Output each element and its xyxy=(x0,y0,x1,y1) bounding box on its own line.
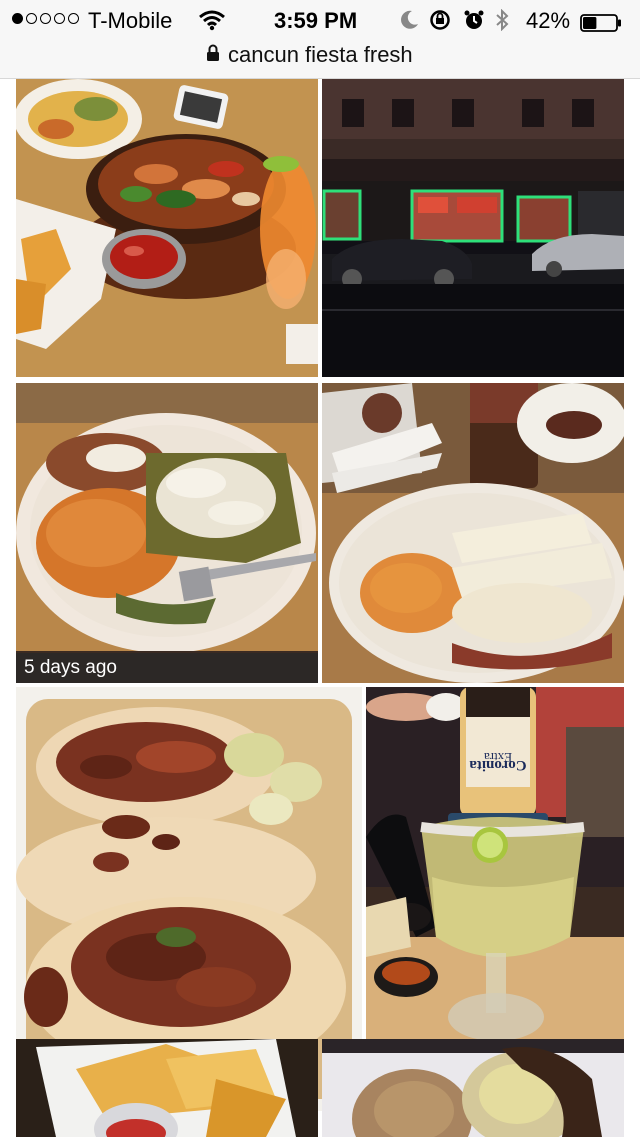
bluetooth-icon xyxy=(494,8,510,37)
address-text: cancun fiesta fresh xyxy=(228,42,413,67)
wifi-icon xyxy=(198,9,226,37)
photo-enchiladas[interactable]: 5 days ago xyxy=(16,383,318,683)
photo-caption-time: 5 days ago xyxy=(16,653,318,683)
photo-grid: 5 days ago Extra Coronita xyxy=(0,79,640,1137)
browser-address-bar[interactable]: cancun fiesta fresh xyxy=(0,40,640,79)
carrier-name: T-Mobile xyxy=(88,8,173,33)
battery-icon xyxy=(580,12,622,32)
photo-chips-salsa[interactable] xyxy=(16,1039,318,1137)
moon-icon xyxy=(398,9,420,37)
photo-fajitas[interactable] xyxy=(16,79,318,377)
signal-strength-icon xyxy=(12,13,79,24)
bottle-label-brand: Coronita xyxy=(469,757,527,773)
alarm-icon xyxy=(462,9,486,37)
photo-chimichanga[interactable] xyxy=(322,1039,624,1137)
photo-burritos[interactable] xyxy=(322,383,624,683)
status-bar: T-Mobile 3:59 PM 42% xyxy=(0,0,640,40)
clock-time: 3:59 PM xyxy=(274,8,358,33)
battery-percentage: 42% xyxy=(526,8,571,33)
lock-icon xyxy=(206,42,220,68)
photo-storefront-night[interactable] xyxy=(322,79,624,377)
rotation-lock-icon xyxy=(428,9,452,37)
